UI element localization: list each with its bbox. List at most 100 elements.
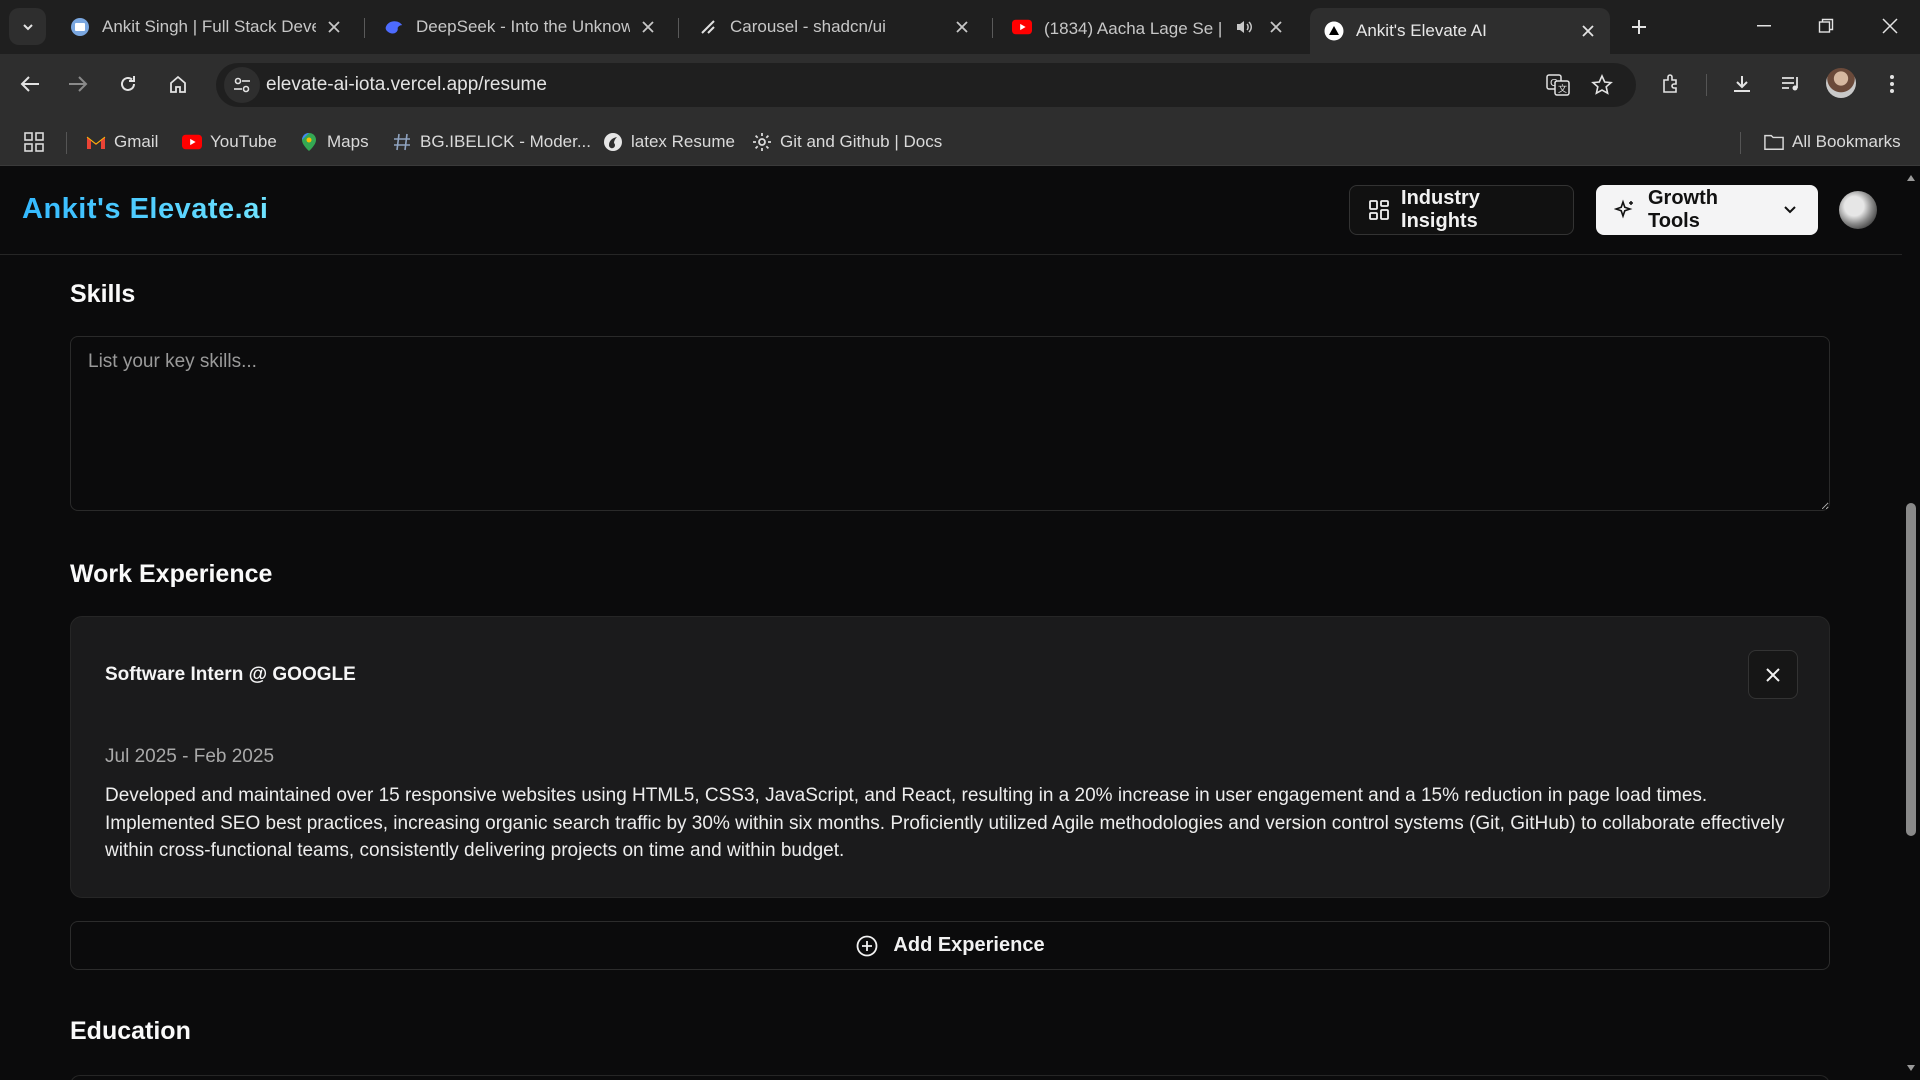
arrow-left-icon (20, 76, 39, 92)
window-close-button[interactable] (1870, 10, 1910, 42)
back-button[interactable] (12, 66, 48, 102)
bookmark-label: Maps (327, 132, 369, 151)
reload-button[interactable] (110, 66, 146, 102)
youtube-icon (182, 132, 202, 152)
hash-icon (392, 132, 412, 152)
bookmark-git-docs[interactable]: Git and Github | Docs (752, 128, 942, 156)
svg-text:文: 文 (1558, 83, 1567, 95)
education-heading: Education (70, 1017, 191, 1045)
scroll-up-arrow-icon[interactable] (1906, 173, 1916, 183)
tab-portfolio[interactable]: Ankit Singh | Full Stack Developer (56, 8, 356, 46)
tab-divider (678, 18, 679, 38)
address-bar[interactable]: elevate-ai-iota.vercel.app/resume G文 (216, 63, 1636, 107)
education-card (70, 1075, 1830, 1080)
apps-button[interactable] (24, 128, 52, 156)
tune-icon (234, 77, 250, 93)
tab-search-button[interactable] (9, 8, 46, 45)
toolbar-divider (1706, 74, 1707, 96)
overleaf-icon (603, 132, 623, 152)
industry-insights-button[interactable]: Industry Insights (1349, 185, 1574, 235)
close-icon[interactable] (952, 17, 972, 37)
minimize-button[interactable] (1744, 10, 1784, 42)
experience-card: Software Intern @ GOOGLE Jul 2025 - Feb … (70, 616, 1830, 898)
scrollbar-thumb[interactable] (1906, 503, 1916, 836)
bookmark-gmail[interactable]: Gmail (86, 128, 158, 156)
tab-divider (992, 18, 993, 38)
tab-title: (1834) Aacha Lage Se | अं (1044, 18, 1226, 38)
bookmark-bgibelick[interactable]: BG.IBELICK - Moder... (392, 128, 591, 156)
profile-avatar[interactable] (1826, 68, 1856, 98)
menu-icon[interactable] (1876, 68, 1908, 100)
industry-insights-label: Industry Insights (1401, 187, 1480, 232)
bookmark-youtube[interactable]: YouTube (182, 128, 277, 156)
add-experience-button[interactable]: Add Experience (70, 921, 1830, 970)
restore-button[interactable] (1806, 10, 1846, 42)
brand-logo[interactable]: Ankit's Elevate.ai (22, 193, 268, 226)
tab-youtube[interactable]: (1834) Aacha Lage Se | अं (998, 8, 1298, 46)
sparkles-icon (1614, 199, 1636, 221)
home-icon (170, 75, 186, 93)
growth-tools-label: Growth Tools (1648, 187, 1718, 232)
apps-grid-icon (24, 132, 44, 152)
download-icon[interactable] (1726, 68, 1758, 100)
growth-tools-button[interactable]: Growth Tools (1596, 185, 1818, 235)
close-icon[interactable] (324, 17, 344, 37)
tab-title: DeepSeek - Into the Unknown (416, 17, 630, 36)
user-avatar[interactable] (1839, 191, 1877, 229)
tab-deepseek[interactable]: DeepSeek - Into the Unknown (370, 8, 670, 46)
site-info-button[interactable] (224, 67, 260, 103)
scroll-down-arrow-icon[interactable] (1906, 1063, 1916, 1073)
deepseek-icon (384, 17, 404, 37)
bookmarks-bar: Gmail YouTube Maps BG.IBELICK - Moder...… (0, 118, 1920, 166)
plus-icon (1632, 20, 1646, 34)
shadcn-icon (698, 17, 718, 37)
maps-icon (299, 132, 319, 152)
remove-experience-button[interactable] (1748, 650, 1798, 699)
translate-icon[interactable]: G文 (1544, 71, 1572, 99)
home-button[interactable] (160, 66, 196, 102)
bookmark-maps[interactable]: Maps (299, 128, 369, 156)
skills-heading: Skills (70, 280, 136, 308)
media-controls-icon[interactable] (1775, 68, 1807, 100)
forward-button[interactable] (60, 66, 96, 102)
close-icon[interactable] (1266, 17, 1286, 37)
experience-heading: Software Intern @ GOOGLE (105, 664, 356, 685)
tab-title: Carousel - shadcn/ui (730, 17, 886, 36)
bookmark-latex-resume[interactable]: latex Resume (603, 128, 735, 156)
reload-icon (121, 76, 135, 91)
browser-tabstrip: Ankit Singh | Full Stack Developer DeepS… (0, 0, 1920, 54)
extensions-icon[interactable] (1655, 68, 1687, 100)
star-icon[interactable] (1588, 71, 1616, 99)
speaker-icon[interactable] (1234, 17, 1254, 37)
all-bookmarks-button[interactable]: All Bookmarks (1764, 128, 1901, 156)
dashboard-grid-icon (1368, 199, 1389, 221)
gmail-icon (86, 132, 106, 152)
tab-divider (364, 18, 365, 38)
page-viewport: Ankit's Elevate.ai Industry Insights Gro… (0, 167, 1920, 1080)
bookmark-label: YouTube (210, 132, 277, 151)
youtube-icon (1012, 17, 1032, 37)
tab-title: Ankit's Elevate AI (1356, 21, 1487, 40)
skills-textarea[interactable] (70, 336, 1830, 511)
tab-shadcn[interactable]: Carousel - shadcn/ui (684, 8, 984, 46)
tab-elevate-ai[interactable]: Ankit's Elevate AI (1310, 8, 1610, 54)
bookmark-label: latex Resume (631, 132, 735, 151)
close-icon (1766, 667, 1780, 682)
new-tab-button[interactable] (1626, 14, 1652, 40)
bookmark-label: BG.IBELICK - Moder... (420, 132, 592, 151)
url-text[interactable]: elevate-ai-iota.vercel.app/resume (266, 74, 547, 96)
bookmark-label: Gmail (114, 132, 159, 151)
app-header: Ankit's Elevate.ai Industry Insights Gro… (0, 167, 1902, 255)
bookmark-label: Git and Github | Docs (780, 132, 943, 151)
bookmarks-divider (66, 132, 67, 154)
arrow-right-icon (69, 76, 88, 92)
close-icon[interactable] (1578, 21, 1598, 41)
tab-title: Ankit Singh | Full Stack Developer (102, 17, 316, 36)
plus-circle-icon (855, 934, 879, 958)
folder-icon (1764, 132, 1784, 152)
page-scrollbar[interactable] (1902, 167, 1920, 1080)
portfolio-icon (70, 17, 90, 37)
chevron-down-icon (1779, 199, 1800, 221)
close-icon[interactable] (638, 17, 658, 37)
gear-icon (752, 132, 772, 152)
